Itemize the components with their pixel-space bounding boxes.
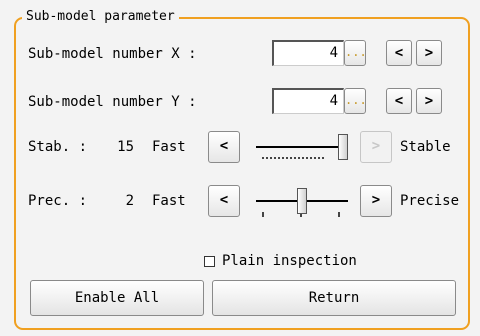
sub-model-x-label: Sub-model number X :: [28, 46, 197, 62]
stab-slider-track: [256, 146, 348, 148]
ellipsis-icon: ...: [345, 93, 367, 107]
stab-increment-button[interactable]: >: [360, 131, 392, 163]
plain-inspection-checkbox[interactable]: [204, 256, 215, 267]
stab-stable-label: Stable: [400, 139, 451, 155]
prec-slider-thumb[interactable]: [297, 188, 307, 214]
sub-model-y-more-button[interactable]: ...: [344, 88, 367, 114]
sub-model-x-decrement-button[interactable]: <: [386, 40, 412, 66]
stab-slider-thumb[interactable]: [338, 134, 348, 160]
prec-slider-tick: [338, 212, 340, 217]
prec-value: 2: [125, 193, 134, 209]
group-title: Sub-model parameter: [22, 9, 179, 24]
sub-model-y-increment-button[interactable]: >: [416, 88, 442, 114]
stab-fast-label: Fast: [152, 139, 186, 155]
sub-model-x-field[interactable]: 4: [272, 40, 344, 66]
stab-label: Stab. :: [28, 139, 88, 155]
sub-model-x-more-button[interactable]: ...: [344, 40, 367, 66]
stab-value: 15: [117, 139, 134, 155]
enable-all-button[interactable]: Enable All: [30, 280, 204, 316]
prec-label: Prec. :: [28, 193, 88, 209]
sub-model-y-decrement-button[interactable]: <: [386, 88, 412, 114]
plain-inspection-label: Plain inspection: [222, 253, 357, 269]
sub-model-x-increment-button[interactable]: >: [416, 40, 442, 66]
return-button[interactable]: Return: [212, 280, 456, 316]
stab-decrement-button[interactable]: <: [208, 131, 240, 163]
prec-decrement-button[interactable]: <: [208, 185, 240, 217]
sub-model-y-field[interactable]: 4: [272, 88, 344, 114]
prec-increment-button[interactable]: >: [360, 185, 392, 217]
prec-slider-tick: [262, 212, 264, 217]
prec-fast-label: Fast: [152, 193, 186, 209]
prec-precise-label: Precise: [400, 193, 460, 209]
sub-model-y-label: Sub-model number Y :: [28, 94, 197, 110]
stab-slider-ticks: [262, 157, 324, 163]
ellipsis-icon: ...: [345, 45, 367, 59]
